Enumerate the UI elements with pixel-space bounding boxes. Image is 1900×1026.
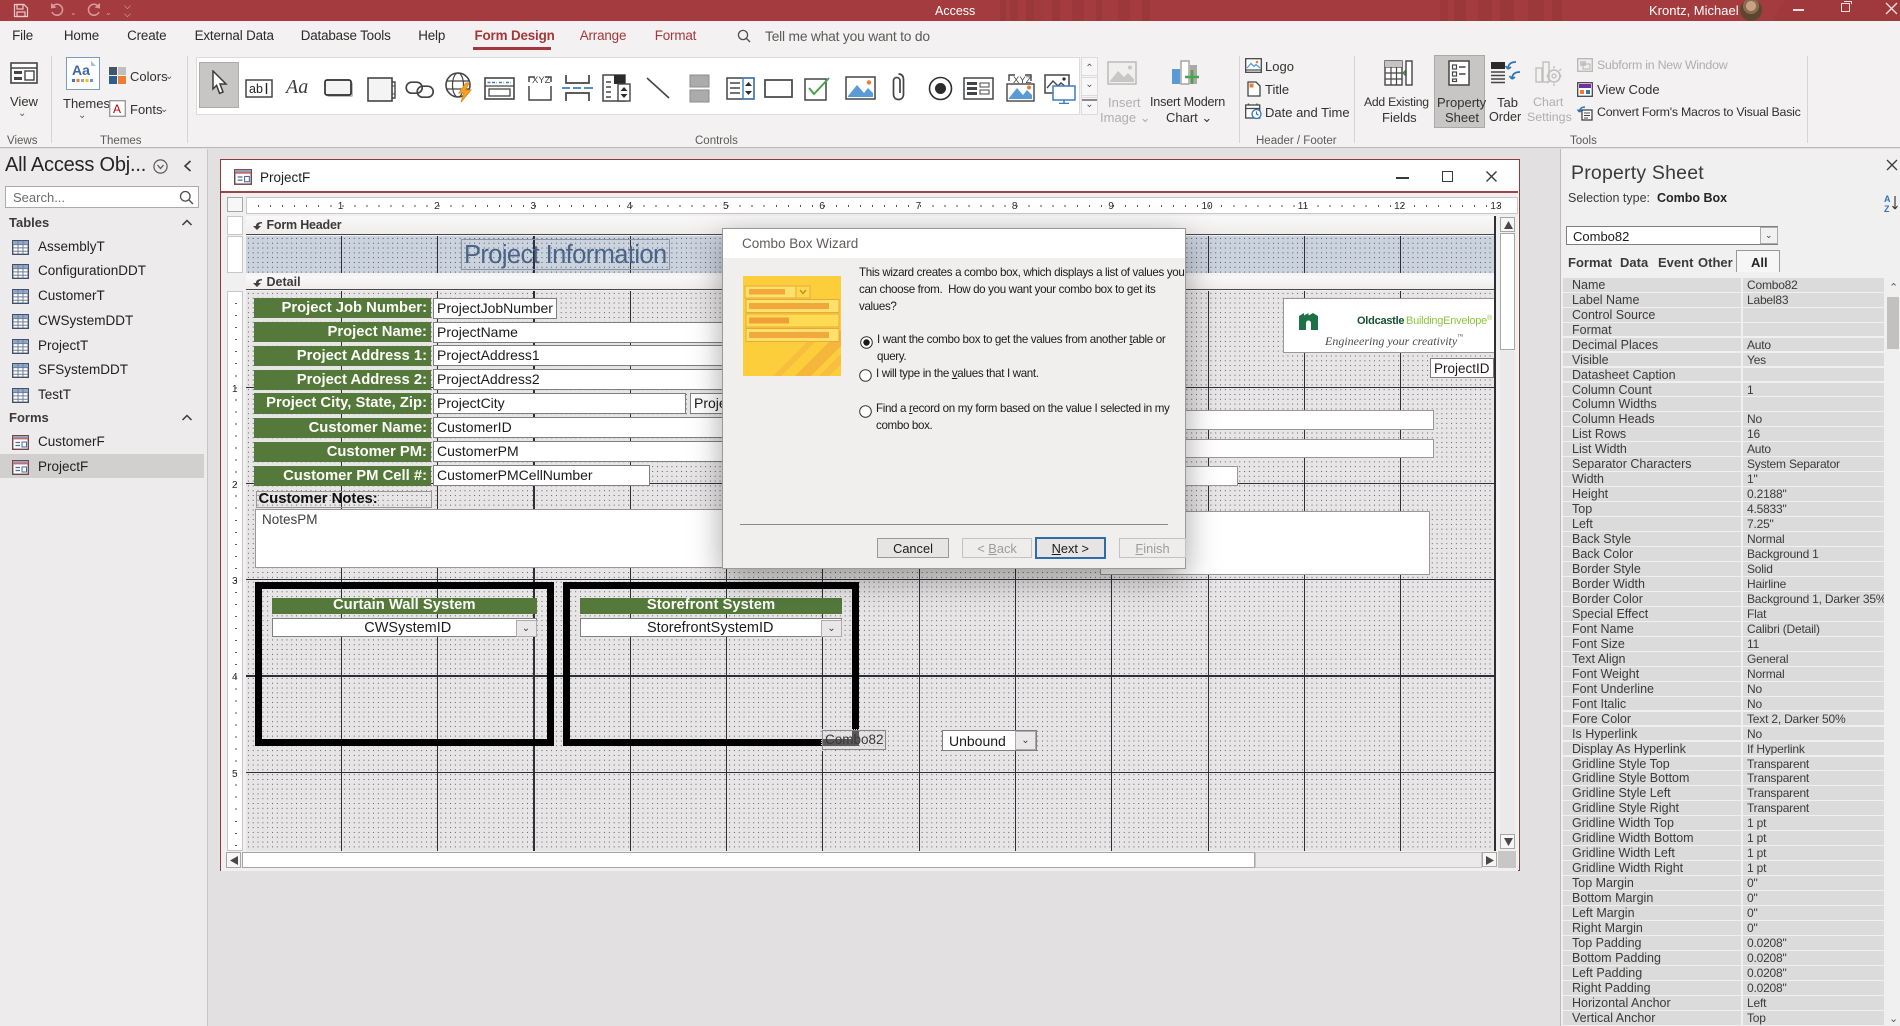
svg-text:A: A xyxy=(1884,194,1891,204)
svg-text:Aa: Aa xyxy=(72,62,90,78)
svg-text:XYZ: XYZ xyxy=(532,75,551,86)
svg-text:ab: ab xyxy=(249,82,263,96)
svg-text:A: A xyxy=(113,102,121,116)
svg-text:Z: Z xyxy=(1884,204,1890,213)
